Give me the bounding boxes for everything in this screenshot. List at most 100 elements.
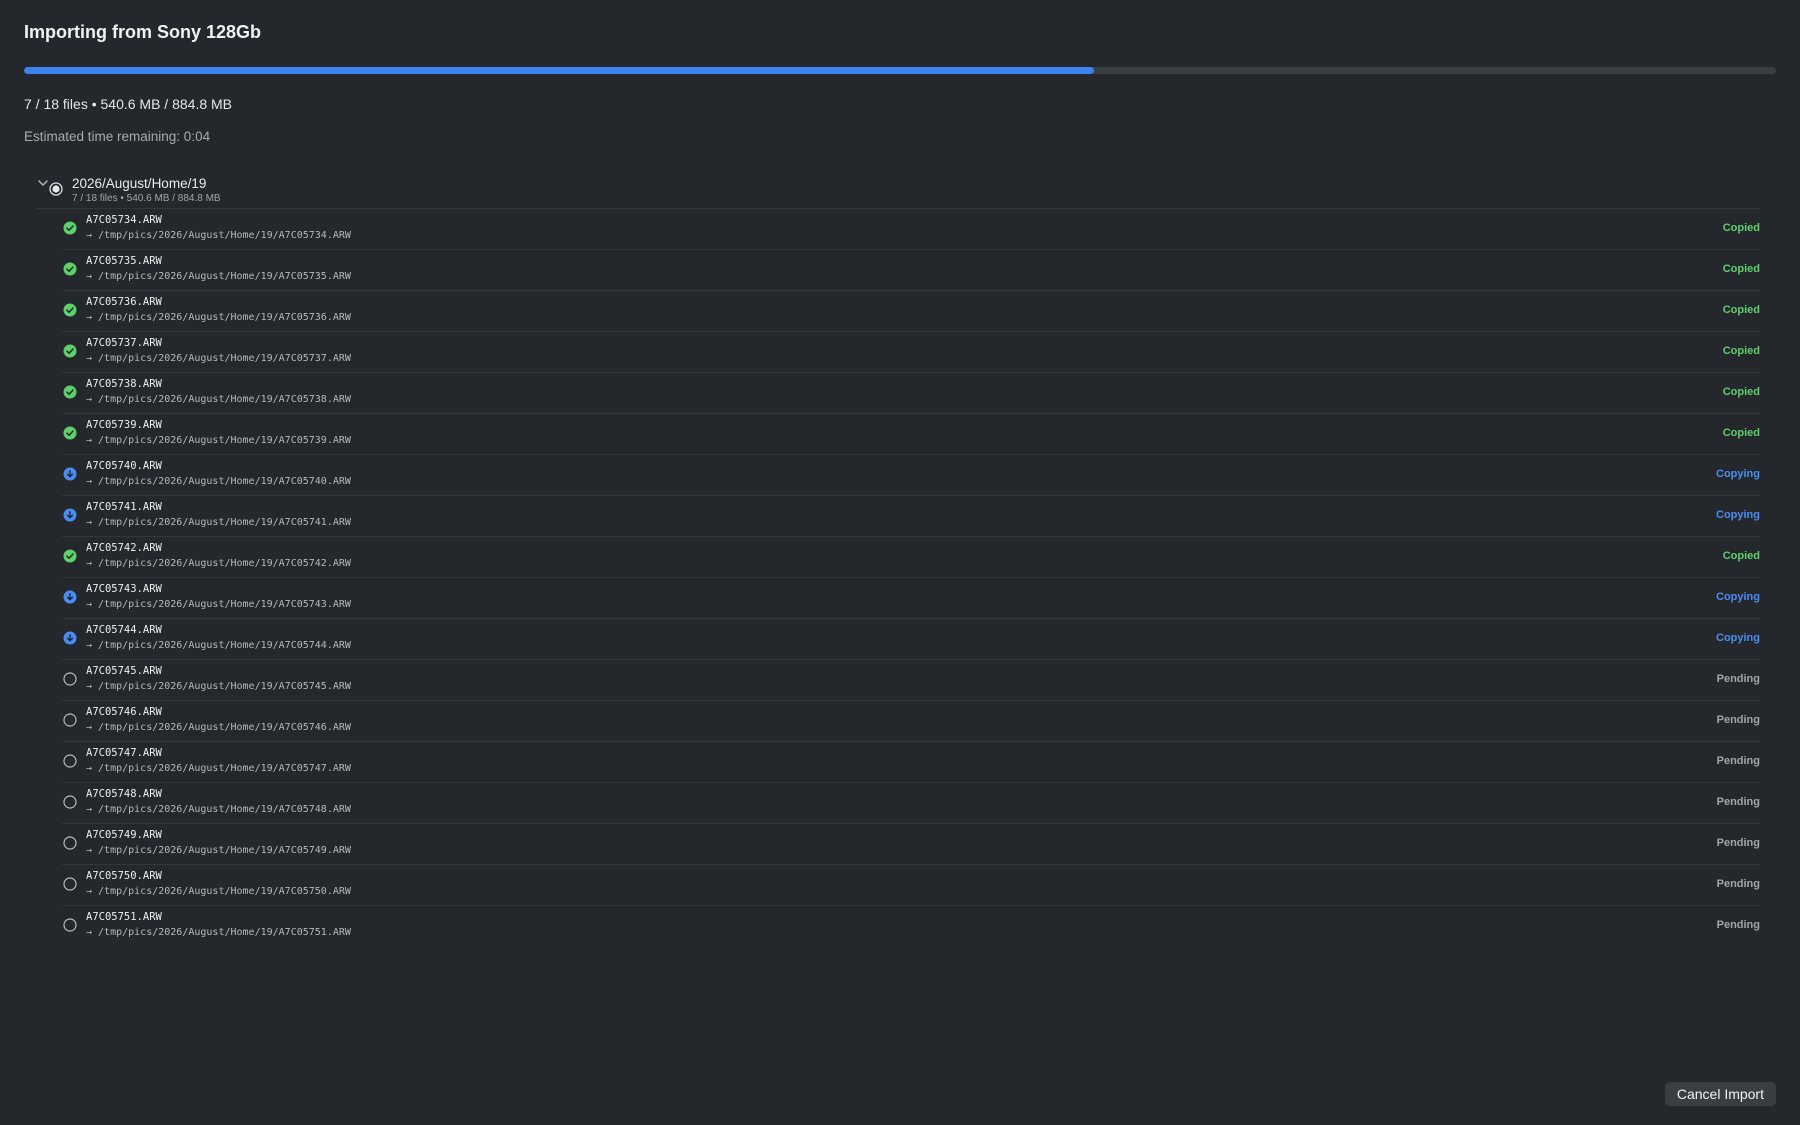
file-status: Copying <box>1716 591 1760 603</box>
file-row[interactable]: A7C05747.ARW → /tmp/pics/2026/August/Home… <box>62 742 1760 783</box>
check-circle-icon <box>63 221 77 235</box>
empty-circle-icon <box>63 918 77 932</box>
empty-circle-icon <box>63 795 77 809</box>
check-circle-icon <box>63 385 77 399</box>
file-row[interactable]: A7C05743.ARW → /tmp/pics/2026/August/Home… <box>62 578 1760 619</box>
file-destination: → /tmp/pics/2026/August/Home/19/A7C05742… <box>86 558 351 569</box>
import-progress-fill <box>24 67 1095 74</box>
page-title: Importing from Sony 128Gb <box>24 22 262 42</box>
file-row[interactable]: A7C05746.ARW → /tmp/pics/2026/August/Home… <box>62 701 1760 742</box>
file-name: A7C05748.ARW <box>86 788 162 800</box>
file-name: A7C05749.ARW <box>86 829 162 841</box>
file-status: Copying <box>1716 468 1760 480</box>
file-status: Copying <box>1716 632 1760 644</box>
empty-circle-icon <box>63 836 77 850</box>
folder-meta: 7 / 18 files • 540.6 MB / 884.8 MB <box>72 193 221 204</box>
file-status: Pending <box>1716 673 1760 685</box>
file-row[interactable]: A7C05735.ARW → /tmp/pics/2026/August/Home… <box>62 250 1760 291</box>
file-name: A7C05741.ARW <box>86 501 162 513</box>
file-row[interactable]: A7C05750.ARW → /tmp/pics/2026/August/Home… <box>62 865 1760 906</box>
file-destination: → /tmp/pics/2026/August/Home/19/A7C05739… <box>86 435 351 446</box>
cancel-import-button[interactable]: Cancel Import <box>1664 1082 1776 1106</box>
file-name: A7C05736.ARW <box>86 296 162 308</box>
file-name: A7C05750.ARW <box>86 870 162 882</box>
file-destination: → /tmp/pics/2026/August/Home/19/A7C05751… <box>86 927 351 938</box>
file-destination: → /tmp/pics/2026/August/Home/19/A7C05740… <box>86 476 351 487</box>
file-row[interactable]: A7C05741.ARW → /tmp/pics/2026/August/Home… <box>62 496 1760 537</box>
file-status: Pending <box>1716 837 1760 849</box>
file-name: A7C05743.ARW <box>86 583 162 595</box>
download-circle-icon <box>63 590 77 604</box>
file-name: A7C05739.ARW <box>86 419 162 431</box>
empty-circle-icon <box>63 713 77 727</box>
file-destination: → /tmp/pics/2026/August/Home/19/A7C05734… <box>86 230 351 241</box>
file-row[interactable]: A7C05748.ARW → /tmp/pics/2026/August/Home… <box>62 783 1760 824</box>
chevron-down-icon[interactable] <box>36 176 50 190</box>
file-name: A7C05735.ARW <box>86 255 162 267</box>
download-circle-icon <box>63 467 77 481</box>
file-destination: → /tmp/pics/2026/August/Home/19/A7C05747… <box>86 763 351 774</box>
file-destination: → /tmp/pics/2026/August/Home/19/A7C05745… <box>86 681 351 692</box>
file-row[interactable]: A7C05734.ARW → /tmp/pics/2026/August/Home… <box>62 209 1760 250</box>
file-destination: → /tmp/pics/2026/August/Home/19/A7C05743… <box>86 599 351 610</box>
file-list: A7C05734.ARW → /tmp/pics/2026/August/Home… <box>62 209 1760 946</box>
file-name: A7C05745.ARW <box>86 665 162 677</box>
file-status: Pending <box>1716 714 1760 726</box>
file-status: Copied <box>1722 263 1760 275</box>
file-name: A7C05742.ARW <box>86 542 162 554</box>
file-row[interactable]: A7C05740.ARW → /tmp/pics/2026/August/Home… <box>62 455 1760 496</box>
file-destination: → /tmp/pics/2026/August/Home/19/A7C05748… <box>86 804 351 815</box>
file-status: Copied <box>1722 550 1760 562</box>
file-destination: → /tmp/pics/2026/August/Home/19/A7C05736… <box>86 312 351 323</box>
file-status: Pending <box>1716 878 1760 890</box>
file-destination: → /tmp/pics/2026/August/Home/19/A7C05737… <box>86 353 351 364</box>
check-circle-icon <box>63 426 77 440</box>
file-row[interactable]: A7C05737.ARW → /tmp/pics/2026/August/Home… <box>62 332 1760 373</box>
file-row[interactable]: A7C05736.ARW → /tmp/pics/2026/August/Home… <box>62 291 1760 332</box>
file-destination: → /tmp/pics/2026/August/Home/19/A7C05735… <box>86 271 351 282</box>
import-progress-bar <box>24 67 1776 74</box>
download-circle-icon <box>63 508 77 522</box>
file-row[interactable]: A7C05738.ARW → /tmp/pics/2026/August/Home… <box>62 373 1760 414</box>
file-row[interactable]: A7C05742.ARW → /tmp/pics/2026/August/Home… <box>62 537 1760 578</box>
file-status: Copied <box>1722 345 1760 357</box>
file-destination: → /tmp/pics/2026/August/Home/19/A7C05749… <box>86 845 351 856</box>
file-destination: → /tmp/pics/2026/August/Home/19/A7C05741… <box>86 517 351 528</box>
file-row[interactable]: A7C05751.ARW → /tmp/pics/2026/August/Home… <box>62 906 1760 946</box>
file-row[interactable]: A7C05739.ARW → /tmp/pics/2026/August/Home… <box>62 414 1760 455</box>
file-status: Copied <box>1722 222 1760 234</box>
file-row[interactable]: A7C05744.ARW → /tmp/pics/2026/August/Home… <box>62 619 1760 660</box>
file-status: Pending <box>1716 796 1760 808</box>
file-status: Copying <box>1716 509 1760 521</box>
file-row[interactable]: A7C05749.ARW → /tmp/pics/2026/August/Home… <box>62 824 1760 865</box>
check-circle-icon <box>63 303 77 317</box>
check-circle-icon <box>63 262 77 276</box>
file-status: Copied <box>1722 304 1760 316</box>
check-circle-icon <box>63 549 77 563</box>
import-summary: 7 / 18 files • 540.6 MB / 884.8 MB <box>24 96 233 112</box>
file-status: Copied <box>1722 386 1760 398</box>
file-name: A7C05751.ARW <box>86 911 162 923</box>
file-name: A7C05744.ARW <box>86 624 162 636</box>
estimated-time-remaining: Estimated time remaining: 0:04 <box>24 129 211 144</box>
check-circle-icon <box>63 344 77 358</box>
file-name: A7C05737.ARW <box>86 337 162 349</box>
file-status: Copied <box>1722 427 1760 439</box>
file-destination: → /tmp/pics/2026/August/Home/19/A7C05750… <box>86 886 351 897</box>
file-name: A7C05738.ARW <box>86 378 162 390</box>
download-circle-icon <box>63 631 77 645</box>
file-destination: → /tmp/pics/2026/August/Home/19/A7C05738… <box>86 394 351 405</box>
file-row[interactable]: A7C05745.ARW → /tmp/pics/2026/August/Home… <box>62 660 1760 701</box>
file-status: Pending <box>1716 919 1760 931</box>
folder-group[interactable]: 2026/August/Home/19 7 / 18 files • 540.6… <box>36 174 1760 209</box>
empty-circle-icon <box>63 754 77 768</box>
file-destination: → /tmp/pics/2026/August/Home/19/A7C05744… <box>86 640 351 651</box>
file-name: A7C05746.ARW <box>86 706 162 718</box>
folder-radio-icon[interactable] <box>49 182 63 196</box>
file-destination: → /tmp/pics/2026/August/Home/19/A7C05746… <box>86 722 351 733</box>
empty-circle-icon <box>63 877 77 891</box>
file-name: A7C05740.ARW <box>86 460 162 472</box>
folder-name: 2026/August/Home/19 <box>72 176 207 191</box>
empty-circle-icon <box>63 672 77 686</box>
file-name: A7C05734.ARW <box>86 214 162 226</box>
